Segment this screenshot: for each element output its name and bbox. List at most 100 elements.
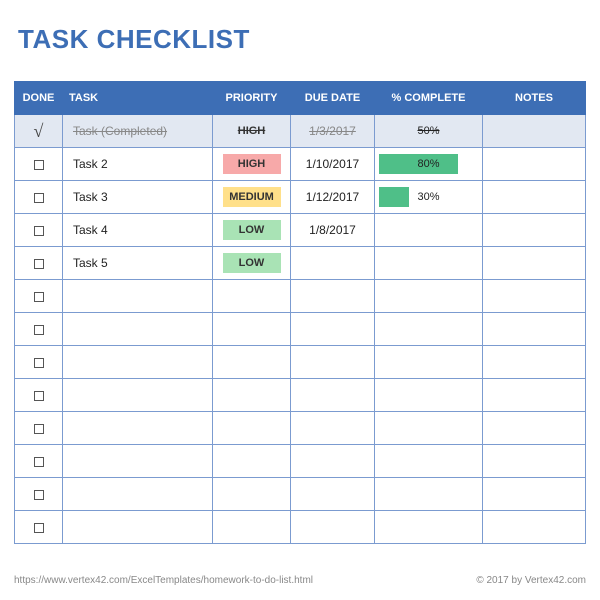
complete-cell[interactable] [375,412,483,445]
progress-bar: 30% [379,187,478,207]
notes-cell[interactable] [483,247,586,280]
complete-cell[interactable]: 80% [375,148,483,181]
task-cell[interactable] [63,313,213,346]
task-label: Task 3 [73,190,108,204]
due-cell[interactable]: 1/8/2017 [291,214,375,247]
task-cell[interactable] [63,379,213,412]
complete-cell[interactable] [375,280,483,313]
task-label: Task 2 [73,157,108,171]
done-cell[interactable] [15,346,63,379]
table-row: Task 4LOW 1/8/2017 [15,214,586,247]
done-cell[interactable] [15,412,63,445]
task-label: Task (Completed) [73,124,167,138]
due-label: 1/10/2017 [306,157,359,171]
progress-label: 30% [379,187,478,207]
task-cell[interactable]: Task 3 [63,181,213,214]
complete-cell[interactable]: 50% [375,115,483,148]
done-cell[interactable] [15,445,63,478]
notes-cell[interactable] [483,313,586,346]
complete-cell[interactable] [375,379,483,412]
priority-cell[interactable] [213,346,291,379]
complete-cell[interactable] [375,247,483,280]
task-cell[interactable] [63,478,213,511]
notes-cell[interactable] [483,181,586,214]
priority-cell[interactable] [213,412,291,445]
table-row [15,313,586,346]
due-label: 1/8/2017 [309,223,356,237]
due-cell[interactable]: 1/10/2017 [291,148,375,181]
done-cell[interactable] [15,478,63,511]
priority-cell[interactable]: HIGH [213,148,291,181]
due-cell[interactable] [291,313,375,346]
complete-cell[interactable] [375,346,483,379]
table-row [15,280,586,313]
priority-cell[interactable] [213,379,291,412]
notes-cell[interactable] [483,346,586,379]
task-cell[interactable]: Task (Completed) [63,115,213,148]
complete-cell[interactable]: 30% [375,181,483,214]
due-cell[interactable]: 1/12/2017 [291,181,375,214]
task-cell[interactable]: Task 2 [63,148,213,181]
done-cell[interactable]: √ [15,115,63,148]
due-cell[interactable] [291,478,375,511]
notes-cell[interactable] [483,214,586,247]
checkbox-icon [34,391,44,401]
col-complete: % COMPLETE [375,82,483,115]
notes-cell[interactable] [483,445,586,478]
due-cell[interactable] [291,379,375,412]
priority-cell[interactable] [213,445,291,478]
task-cell[interactable] [63,346,213,379]
notes-cell[interactable] [483,511,586,544]
progress-bar: 50% [379,121,478,141]
task-cell[interactable] [63,280,213,313]
priority-cell[interactable] [213,511,291,544]
priority-cell[interactable]: HIGH [213,115,291,148]
done-cell[interactable] [15,148,63,181]
due-cell[interactable] [291,445,375,478]
task-cell[interactable] [63,511,213,544]
done-cell[interactable] [15,280,63,313]
complete-cell[interactable] [375,511,483,544]
priority-cell[interactable] [213,478,291,511]
task-cell[interactable]: Task 5 [63,247,213,280]
checkmark-icon: √ [34,121,44,141]
due-cell[interactable] [291,280,375,313]
due-cell[interactable] [291,247,375,280]
task-cell[interactable] [63,445,213,478]
notes-cell[interactable] [483,379,586,412]
notes-cell[interactable] [483,148,586,181]
table-row: √ Task (Completed) HIGH1/3/201750% [15,115,586,148]
task-cell[interactable]: Task 4 [63,214,213,247]
priority-cell[interactable]: LOW [213,214,291,247]
footer-copyright: © 2017 by Vertex42.com [476,575,586,586]
complete-cell[interactable] [375,313,483,346]
priority-cell[interactable]: LOW [213,247,291,280]
done-cell[interactable] [15,379,63,412]
complete-cell[interactable] [375,478,483,511]
done-cell[interactable] [15,247,63,280]
due-cell[interactable] [291,346,375,379]
due-cell[interactable]: 1/3/2017 [291,115,375,148]
notes-cell[interactable] [483,478,586,511]
table-row: Task 5LOW [15,247,586,280]
done-cell[interactable] [15,181,63,214]
notes-cell[interactable] [483,115,586,148]
complete-cell[interactable] [375,214,483,247]
priority-cell[interactable]: MEDIUM [213,181,291,214]
checkbox-icon [34,160,44,170]
complete-cell[interactable] [375,445,483,478]
done-cell[interactable] [15,214,63,247]
page-title: TASK CHECKLIST [18,24,586,55]
priority-cell[interactable] [213,313,291,346]
task-checklist-sheet: TASK CHECKLIST DONE TASK PRIORITY DUE DA… [0,0,600,552]
notes-cell[interactable] [483,412,586,445]
task-cell[interactable] [63,412,213,445]
due-cell[interactable] [291,511,375,544]
done-cell[interactable] [15,313,63,346]
notes-cell[interactable] [483,280,586,313]
done-cell[interactable] [15,511,63,544]
due-cell[interactable] [291,412,375,445]
progress-label: 80% [379,154,478,174]
priority-cell[interactable] [213,280,291,313]
checkbox-icon [34,358,44,368]
